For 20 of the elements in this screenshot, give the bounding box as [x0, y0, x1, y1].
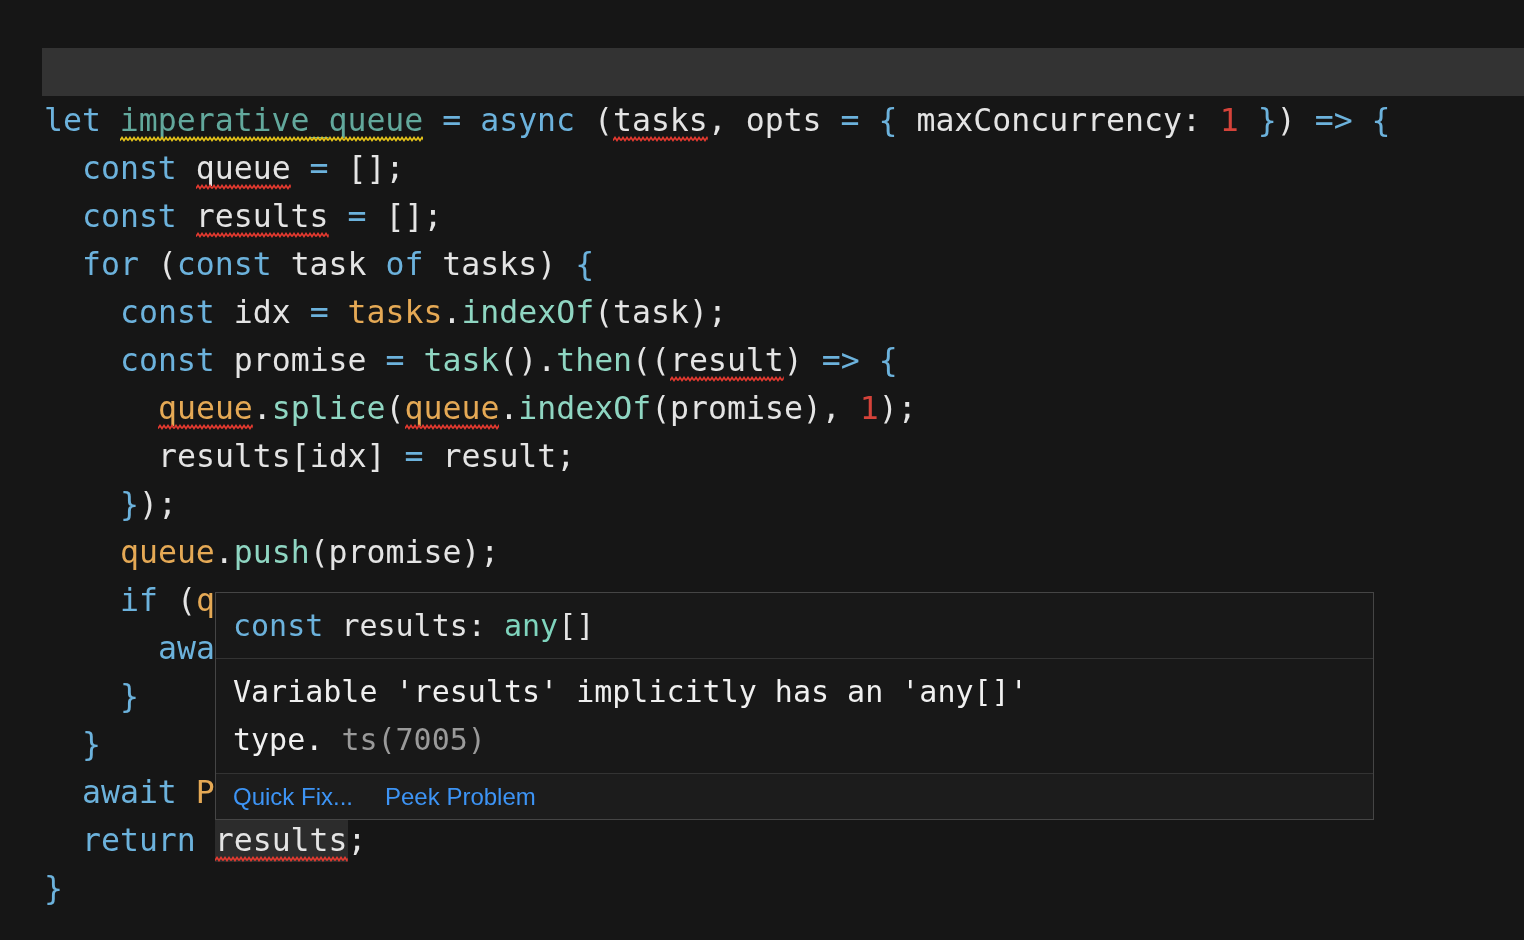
- code-line: queue.splice(queue.indexOf(promise), 1);: [158, 384, 917, 432]
- code-line: await P: [82, 773, 215, 812]
- code-line: }: [120, 677, 139, 716]
- code-line: awa: [158, 629, 215, 668]
- code-line: if (q: [120, 581, 215, 620]
- code-line: const results = [];: [82, 192, 443, 240]
- action-link[interactable]: Quick Fix...: [233, 778, 353, 815]
- error-message: Variable 'results' implicitly has an 'any[]' type. ts(7005): [233, 673, 1029, 759]
- code-line: }: [82, 725, 101, 764]
- type-signature: const results: any[]: [233, 607, 595, 645]
- code-line: const promise = task().then((result) => {: [120, 336, 898, 384]
- code-line: });: [120, 485, 177, 524]
- code-line: let imperative_queue = async (tasks, opts = { maxConcurrency: 1 }) => {: [44, 96, 1391, 144]
- code-line: for (const task of tasks) {: [82, 245, 595, 284]
- code-line: }: [44, 869, 63, 908]
- action-link[interactable]: Peek Problem: [385, 778, 536, 815]
- code-line: const idx = tasks.indexOf(task);: [120, 293, 727, 332]
- code-line: results[idx] = result;: [158, 437, 576, 476]
- code-line: const queue = [];: [82, 144, 405, 192]
- code-line: queue.push(promise);: [120, 533, 500, 572]
